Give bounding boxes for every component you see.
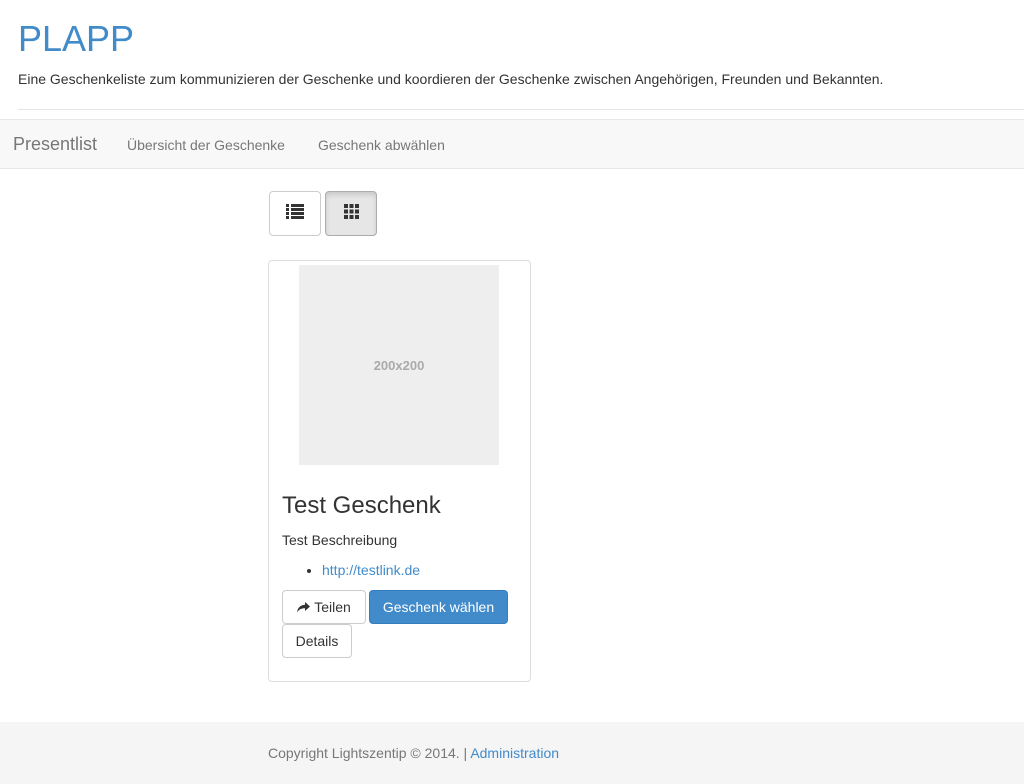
details-button[interactable]: Details (282, 624, 352, 658)
nav-link-deselect[interactable]: Geschenk abwählen (318, 136, 445, 154)
list-view-button[interactable] (269, 191, 321, 236)
administration-link[interactable]: Administration (470, 745, 559, 761)
gift-title: Test Geschenk (282, 492, 441, 519)
page-title: PLAPP (18, 18, 135, 59)
choose-gift-button[interactable]: Geschenk wählen (369, 590, 508, 624)
placeholder-label: 200x200 (373, 357, 425, 373)
page: PLAPP Eine Geschenkeliste zum kommunizie… (0, 0, 1024, 784)
share-button[interactable]: Teilen (282, 590, 366, 624)
grid-view-button[interactable] (325, 191, 377, 236)
copyright-text: Copyright Lightszentip © 2014. | (268, 745, 468, 761)
page-header: PLAPP Eine Geschenkeliste zum kommunizie… (18, 0, 1024, 110)
gift-description: Test Beschreibung (282, 532, 398, 548)
gift-card: 200x200 Test Geschenk Test Beschreibung … (268, 260, 531, 682)
footer: Copyright Lightszentip © 2014. | Adminis… (0, 722, 1024, 784)
list-item: http://testlink.de (322, 561, 522, 579)
nav-link-overview[interactable]: Übersicht der Geschenke (127, 136, 285, 154)
grid-icon (343, 203, 359, 224)
navbar-brand[interactable]: Presentlist (13, 134, 97, 154)
share-icon (297, 601, 311, 613)
footer-text: Copyright Lightszentip © 2014. | Adminis… (268, 744, 559, 762)
gift-link[interactable]: http://testlink.de (322, 562, 420, 578)
gift-image-placeholder: 200x200 (299, 265, 499, 465)
gift-link-list: http://testlink.de (282, 561, 522, 579)
page-tagline: Eine Geschenkeliste zum kommunizieren de… (18, 71, 884, 87)
navbar: Presentlist Übersicht der Geschenke Gesc… (0, 119, 1024, 169)
share-button-label: Teilen (314, 599, 351, 615)
list-icon (286, 203, 304, 224)
